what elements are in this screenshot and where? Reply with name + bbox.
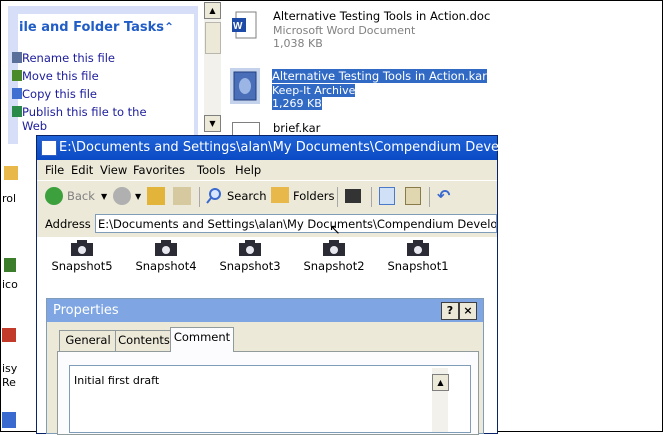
camera-icon (322, 239, 346, 257)
back-dropdown-icon[interactable]: ▼ (101, 192, 107, 201)
camera-icon (238, 239, 262, 257)
rename-icon (12, 52, 22, 63)
partial-icon (2, 328, 16, 342)
edge-label: Re (2, 376, 16, 389)
edge-label: isy (2, 362, 18, 375)
camera-icon (70, 239, 94, 257)
sync-folder-icon[interactable] (173, 187, 191, 205)
tab-comment[interactable]: Comment (170, 327, 234, 352)
task-publish-link-cont[interactable]: Web (22, 119, 47, 133)
collapse-chevron-icon[interactable]: ⌃ (160, 18, 178, 36)
forward-dropdown-icon[interactable]: ▼ (135, 192, 141, 201)
word-document-icon[interactable]: W (230, 10, 260, 40)
keep-it-archive-icon[interactable] (230, 68, 260, 104)
toolbar-divider (371, 187, 372, 207)
undo-icon[interactable]: ↶ (437, 187, 453, 205)
snapshot-item[interactable]: Snapshot4 (131, 239, 201, 273)
scroll-down-icon[interactable]: ▼ (204, 115, 221, 132)
back-button[interactable]: Back (67, 189, 95, 203)
camera-icon (154, 239, 178, 257)
folders-button[interactable]: Folders (293, 189, 335, 203)
snapshot-label: Snapshot5 (51, 259, 113, 273)
snapshot-item[interactable]: Snapshot1 (383, 239, 453, 273)
explorer-titlebar[interactable]: E:\Documents and Settings\alan\My Docume… (37, 136, 511, 160)
address-bar: Address E:\Documents and Settings\alan\M… (37, 212, 497, 238)
task-pane-title: ile and Folder Tasks (19, 20, 164, 35)
file-list-scrollbar[interactable]: ▲ ▼ (204, 2, 221, 132)
file-type-selected: Keep-It Archive (272, 84, 356, 97)
comment-text: Initial first draft (74, 374, 160, 387)
task-rename-link[interactable]: Rename this file (22, 51, 115, 65)
snapshot-label: Snapshot2 (303, 259, 365, 273)
scroll-up-icon[interactable]: ▲ (204, 2, 221, 19)
forward-arrow-icon[interactable] (113, 187, 131, 205)
paste-icon[interactable] (405, 187, 421, 205)
properties-titlebar[interactable]: Properties ? × (47, 299, 483, 322)
file-type: Microsoft Word Document (273, 24, 416, 37)
toolbar: Back ▼ ▼ Search Folders ↶ (37, 180, 497, 211)
file-name-selected[interactable]: Alternative Testing Tools in Action.kar (272, 69, 487, 83)
edge-label: rol (2, 192, 17, 205)
scroll-thumb[interactable] (205, 22, 221, 54)
partial-icon (2, 412, 16, 428)
copy-to-icon[interactable] (379, 187, 395, 205)
menu-file[interactable]: File (45, 163, 64, 177)
toolbar-divider (337, 187, 338, 207)
menu-help[interactable]: Help (235, 163, 261, 177)
menu-tools[interactable]: Tools (197, 163, 225, 177)
scroll-up-icon[interactable]: ▲ (432, 374, 449, 391)
file-size: 1,038 KB (273, 37, 323, 50)
folders-icon[interactable] (271, 187, 289, 203)
file-name[interactable]: brief.kar (273, 121, 320, 135)
task-publish-link[interactable]: Publish this file to the (22, 105, 147, 119)
back-arrow-icon[interactable] (45, 187, 63, 205)
address-label: Address (45, 217, 91, 231)
explorer-title: E:\Documents and Settings\alan\My Docume… (59, 140, 511, 155)
menu-edit[interactable]: Edit (71, 163, 93, 177)
menu-view[interactable]: View (100, 163, 127, 177)
partial-icon (4, 258, 16, 272)
camera-icon (406, 239, 430, 257)
task-move-link[interactable]: Move this file (22, 69, 99, 83)
folder-icon (4, 166, 18, 180)
tab-contents[interactable]: Contents (115, 330, 173, 352)
camera-icon[interactable] (345, 189, 361, 203)
comment-textarea[interactable]: Initial first draft ▲ (69, 365, 471, 433)
task-copy-link[interactable]: Copy this file (22, 87, 97, 101)
comment-scrollbar[interactable]: ▲ (432, 368, 449, 432)
tab-general[interactable]: General (59, 330, 117, 352)
kar-file-icon[interactable] (232, 122, 260, 136)
file-name[interactable]: Alternative Testing Tools in Action.doc (273, 9, 490, 23)
properties-dialog: Properties ? × General Contents Comment … (46, 298, 484, 435)
close-button[interactable]: × (459, 302, 477, 320)
snapshot-item[interactable]: Snapshot3 (215, 239, 285, 273)
search-button[interactable]: Search (227, 189, 267, 203)
svg-text:W: W (233, 21, 243, 32)
snapshot-label: Snapshot3 (219, 259, 281, 273)
move-icon (12, 70, 22, 81)
mouse-cursor-icon: ↖ (329, 222, 341, 238)
toolbar-divider (429, 187, 430, 207)
copy-icon (12, 88, 22, 99)
toolbar-divider (199, 187, 200, 207)
file-size-selected: 1,269 KB (272, 97, 322, 110)
edge-label: ico (2, 278, 18, 291)
menu-bar: File Edit View Favorites Tools Help (37, 161, 497, 179)
search-icon[interactable] (205, 187, 223, 205)
help-button[interactable]: ? (441, 302, 459, 320)
snapshot-item[interactable]: Snapshot5 (47, 239, 117, 273)
up-folder-icon[interactable] (147, 187, 165, 205)
snapshot-label: Snapshot4 (135, 259, 197, 273)
folder-window-icon (41, 140, 57, 156)
address-input[interactable]: E:\Documents and Settings\alan\My Docume… (95, 214, 497, 233)
snapshot-label: Snapshot1 (387, 259, 449, 273)
snapshot-item[interactable]: Snapshot2 (299, 239, 369, 273)
properties-title: Properties (53, 303, 119, 318)
publish-icon (12, 106, 22, 117)
menu-favorites[interactable]: Favorites (133, 163, 185, 177)
